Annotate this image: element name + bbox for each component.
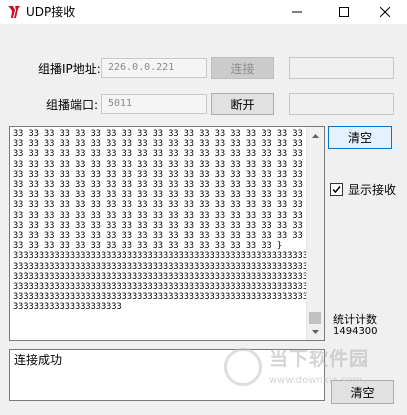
checkmark-icon xyxy=(332,186,341,194)
clear-receive-button[interactable]: 清空 xyxy=(328,126,392,149)
chevron-up-icon xyxy=(312,133,319,138)
checkbox-box[interactable] xyxy=(330,183,343,196)
multicast-ip-label: 组播IP地址: xyxy=(38,62,101,76)
blank-field-2 xyxy=(289,93,394,115)
stats-label: 统计计数 xyxy=(333,313,377,326)
maximize-icon xyxy=(339,7,349,17)
blank-field-1 xyxy=(289,57,394,79)
chevron-down-icon xyxy=(312,329,319,334)
multicast-port-field[interactable]: 5011 xyxy=(101,94,207,114)
maximize-button[interactable] xyxy=(322,0,366,24)
receive-text: 33 33 33 33 33 33 33 33 33 33 33 33 33 3… xyxy=(13,129,307,313)
title-bar: UDP接收 xyxy=(0,0,407,24)
minimize-button[interactable] xyxy=(275,0,319,24)
multicast-port-label: 组播端口: xyxy=(46,98,99,112)
close-icon xyxy=(380,7,390,17)
close-button[interactable] xyxy=(363,0,407,24)
scroll-down-arrow[interactable] xyxy=(307,323,324,340)
scroll-up-arrow[interactable] xyxy=(307,127,324,144)
clear-status-button[interactable]: 清空 xyxy=(331,380,394,404)
disconnect-button[interactable]: 断开 xyxy=(211,93,274,115)
watermark-logo-icon xyxy=(224,348,262,386)
window-title: UDP接收 xyxy=(26,5,76,19)
status-text: 连接成功 xyxy=(14,353,63,367)
watermark-text: 当下软件园 xyxy=(269,348,370,370)
app-logo-icon xyxy=(8,6,20,18)
multicast-ip-field[interactable]: 226.0.0.221 xyxy=(101,58,207,78)
receive-textarea[interactable]: 33 33 33 33 33 33 33 33 33 33 33 33 33 3… xyxy=(9,126,325,341)
stats-value: 1494300 xyxy=(333,326,378,337)
minimize-icon xyxy=(292,11,302,13)
show-receive-checkbox[interactable]: 显示接收 xyxy=(330,181,396,198)
vertical-scrollbar[interactable] xyxy=(306,127,324,340)
show-receive-label: 显示接收 xyxy=(348,183,397,197)
connect-button[interactable]: 连接 xyxy=(211,57,274,79)
